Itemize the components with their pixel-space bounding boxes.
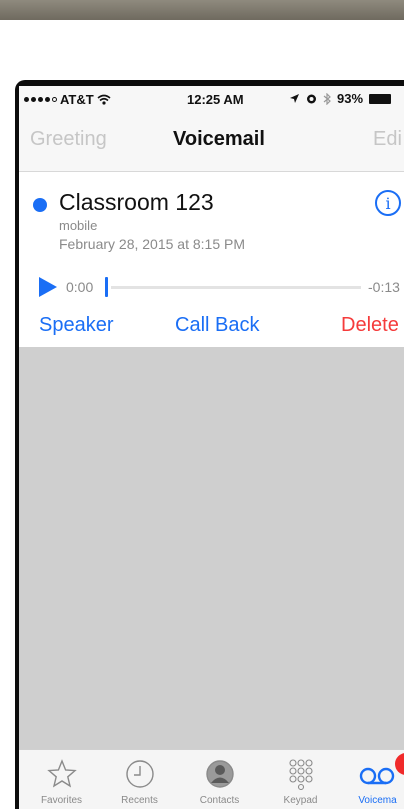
bluetooth-icon	[323, 92, 331, 105]
tab-contacts[interactable]: Contacts	[181, 750, 258, 809]
star-icon	[46, 759, 77, 788]
signal-strength-icon	[24, 97, 57, 102]
phone-screen: AT&T 12:25 AM 93% Greeting Voicemail Edi…	[19, 86, 404, 809]
tab-label: Favorites	[40, 795, 83, 806]
tab-label: Contacts	[199, 795, 240, 806]
voicemail-item[interactable]: Classroom 123 mobile February 28, 2015 a…	[19, 172, 404, 347]
tab-label: Recents	[121, 795, 158, 806]
delete-button[interactable]: Delete	[341, 314, 399, 337]
keypad-icon	[288, 759, 313, 790]
playback-track[interactable]	[111, 286, 361, 289]
clock-icon	[125, 760, 154, 788]
navigation-bar: Greeting Voicemail Edi	[19, 112, 404, 172]
status-time: 12:25 AM	[187, 92, 244, 107]
tab-recents[interactable]: Recents	[101, 750, 178, 809]
status-right: 93%	[289, 91, 392, 106]
page-title: Voicemail	[173, 128, 265, 150]
tab-favorites[interactable]: Favorites	[23, 750, 100, 809]
voicemail-icon	[359, 767, 394, 785]
caller-number-type: mobile	[59, 218, 98, 233]
carrier-label: AT&T	[60, 92, 94, 107]
remaining-time: -0:13	[368, 279, 400, 295]
battery-percent: 93%	[337, 91, 364, 106]
tab-label: Keypad	[283, 795, 318, 806]
wifi-icon	[97, 94, 111, 105]
battery-icon	[369, 93, 392, 104]
tab-voicemail[interactable]: Voicema	[339, 750, 404, 809]
info-icon[interactable]: i	[375, 190, 401, 216]
voicemail-date: February 28, 2015 at 8:15 PM	[59, 236, 245, 252]
contact-icon	[205, 760, 234, 788]
alarm-icon	[307, 94, 316, 104]
tab-bar: Favorites Recents Contacts Keypad Voicem…	[19, 749, 404, 809]
play-icon[interactable]	[39, 277, 57, 297]
tab-label: Voicema	[358, 795, 397, 806]
speaker-button[interactable]: Speaker	[39, 314, 114, 337]
status-left: AT&T	[24, 92, 111, 107]
edit-button[interactable]: Edi	[373, 128, 402, 151]
tab-keypad[interactable]: Keypad	[262, 750, 339, 809]
status-bar: AT&T 12:25 AM 93%	[19, 86, 404, 112]
greeting-button[interactable]: Greeting	[30, 128, 107, 151]
unread-indicator-icon	[33, 198, 47, 212]
location-icon	[290, 94, 299, 103]
call-back-button[interactable]: Call Back	[175, 314, 259, 337]
elapsed-time: 0:00	[66, 279, 94, 295]
caller-name: Classroom 123	[59, 189, 214, 215]
background-strip	[0, 0, 404, 20]
playback-scrubber[interactable]	[105, 277, 108, 297]
